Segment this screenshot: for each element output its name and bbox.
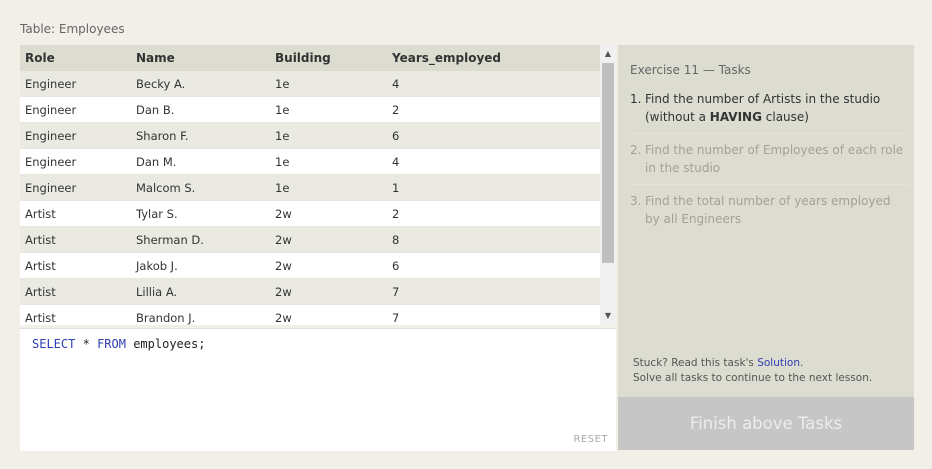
cell-role: Engineer bbox=[20, 148, 131, 175]
sql-query-text[interactable]: SELECT * FROM employees; bbox=[32, 337, 205, 351]
table-title: Table: Employees bbox=[20, 22, 125, 36]
task-item-2: 2. Find the number of Employees of each … bbox=[630, 141, 908, 185]
column-header-years-employed: Years_employed bbox=[387, 45, 600, 71]
cell-role: Artist bbox=[20, 226, 131, 253]
cell-name: Brandon J. bbox=[131, 304, 270, 325]
task-number: 3. bbox=[630, 194, 642, 208]
cell-years: 6 bbox=[387, 252, 600, 279]
finish-tasks-button[interactable]: Finish above Tasks bbox=[618, 397, 914, 450]
cell-name: Malcom S. bbox=[131, 174, 270, 201]
cell-building: 2w bbox=[270, 304, 387, 325]
cell-name: Dan B. bbox=[131, 96, 270, 123]
scroll-down-arrow-icon[interactable]: ▼ bbox=[600, 309, 616, 323]
results-table-container[interactable]: Role Name Building Years_employed Engine… bbox=[20, 45, 600, 325]
task-text: Find the number of Artists in the studio… bbox=[645, 92, 881, 124]
cell-building: 1e bbox=[270, 148, 387, 175]
solution-link[interactable]: Solution bbox=[757, 357, 800, 369]
cell-years: 1 bbox=[387, 174, 600, 201]
cell-years: 2 bbox=[387, 96, 600, 123]
cell-years: 8 bbox=[387, 226, 600, 253]
sql-editor[interactable]: SELECT * FROM employees; RESET bbox=[20, 328, 616, 451]
task-item-1: 1. Find the number of Artists in the stu… bbox=[630, 90, 908, 134]
cell-building: 1e bbox=[270, 122, 387, 149]
table-row: Engineer Dan M. 1e 4 bbox=[20, 148, 600, 175]
task-number: 2. bbox=[630, 143, 642, 157]
sql-keyword-from: FROM bbox=[97, 337, 126, 351]
task-item-3: 3. Find the total number of years employ… bbox=[630, 192, 908, 235]
table-row: Artist Brandon J. 2w 7 bbox=[20, 304, 600, 325]
cell-name: Sherman D. bbox=[131, 226, 270, 253]
results-table: Role Name Building Years_employed Engine… bbox=[20, 45, 600, 325]
cell-role: Engineer bbox=[20, 174, 131, 201]
sql-table-name: employees; bbox=[133, 337, 206, 351]
reset-button[interactable]: RESET bbox=[573, 434, 608, 445]
solve-note: Solve all tasks to continue to the next … bbox=[633, 372, 873, 384]
cell-name: Lillia A. bbox=[131, 278, 270, 305]
table-scrollbar[interactable]: ▲ ▼ bbox=[600, 45, 616, 325]
cell-name: Dan M. bbox=[131, 148, 270, 175]
table-row: Engineer Dan B. 1e 2 bbox=[20, 96, 600, 123]
task-text: Find the total number of years employed … bbox=[645, 194, 891, 226]
cell-name: Jakob J. bbox=[131, 252, 270, 279]
cell-building: 2w bbox=[270, 278, 387, 305]
cell-years: 4 bbox=[387, 148, 600, 175]
table-row: Engineer Becky A. 1e 4 bbox=[20, 71, 600, 97]
cell-years: 4 bbox=[387, 71, 600, 97]
column-header-building: Building bbox=[270, 45, 387, 71]
cell-years: 6 bbox=[387, 122, 600, 149]
cell-building: 1e bbox=[270, 174, 387, 201]
table-row: Artist Sherman D. 2w 8 bbox=[20, 226, 600, 253]
cell-role: Engineer bbox=[20, 96, 131, 123]
cell-name: Tylar S. bbox=[131, 200, 270, 227]
cell-years: 7 bbox=[387, 304, 600, 325]
table-row: Engineer Sharon F. 1e 6 bbox=[20, 122, 600, 149]
cell-role: Engineer bbox=[20, 71, 131, 97]
cell-role: Artist bbox=[20, 278, 131, 305]
cell-role: Artist bbox=[20, 252, 131, 279]
table-row: Artist Lillia A. 2w 7 bbox=[20, 278, 600, 305]
cell-name: Becky A. bbox=[131, 71, 270, 97]
exercise-title: Exercise 11 — Tasks bbox=[630, 63, 751, 77]
sql-keyword-select: SELECT bbox=[32, 337, 76, 351]
task-list: 1. Find the number of Artists in the stu… bbox=[630, 90, 908, 242]
cell-role: Artist bbox=[20, 304, 131, 325]
cell-years: 7 bbox=[387, 278, 600, 305]
cell-name: Sharon F. bbox=[131, 122, 270, 149]
cell-role: Artist bbox=[20, 200, 131, 227]
scrollbar-thumb[interactable] bbox=[602, 63, 614, 263]
table-row: Artist Tylar S. 2w 2 bbox=[20, 200, 600, 227]
cell-building: 2w bbox=[270, 226, 387, 253]
column-header-role: Role bbox=[20, 45, 131, 71]
cell-building: 1e bbox=[270, 71, 387, 97]
cell-role: Engineer bbox=[20, 122, 131, 149]
help-text: Stuck? Read this task's Solution. Solve … bbox=[633, 357, 873, 384]
scroll-up-arrow-icon[interactable]: ▲ bbox=[600, 47, 616, 61]
task-bold-keyword: HAVING bbox=[709, 110, 762, 124]
table-row: Engineer Malcom S. 1e 1 bbox=[20, 174, 600, 201]
column-header-name: Name bbox=[131, 45, 270, 71]
tasks-panel: Exercise 11 — Tasks 1. Find the number o… bbox=[618, 45, 914, 397]
task-text: Find the number of Employees of each rol… bbox=[645, 143, 904, 175]
cell-building: 2w bbox=[270, 252, 387, 279]
sql-star: * bbox=[82, 337, 90, 351]
table-header-row: Role Name Building Years_employed bbox=[20, 45, 600, 71]
task-number: 1. bbox=[630, 92, 642, 106]
cell-building: 1e bbox=[270, 96, 387, 123]
cell-years: 2 bbox=[387, 200, 600, 227]
cell-building: 2w bbox=[270, 200, 387, 227]
table-row: Artist Jakob J. 2w 6 bbox=[20, 252, 600, 279]
